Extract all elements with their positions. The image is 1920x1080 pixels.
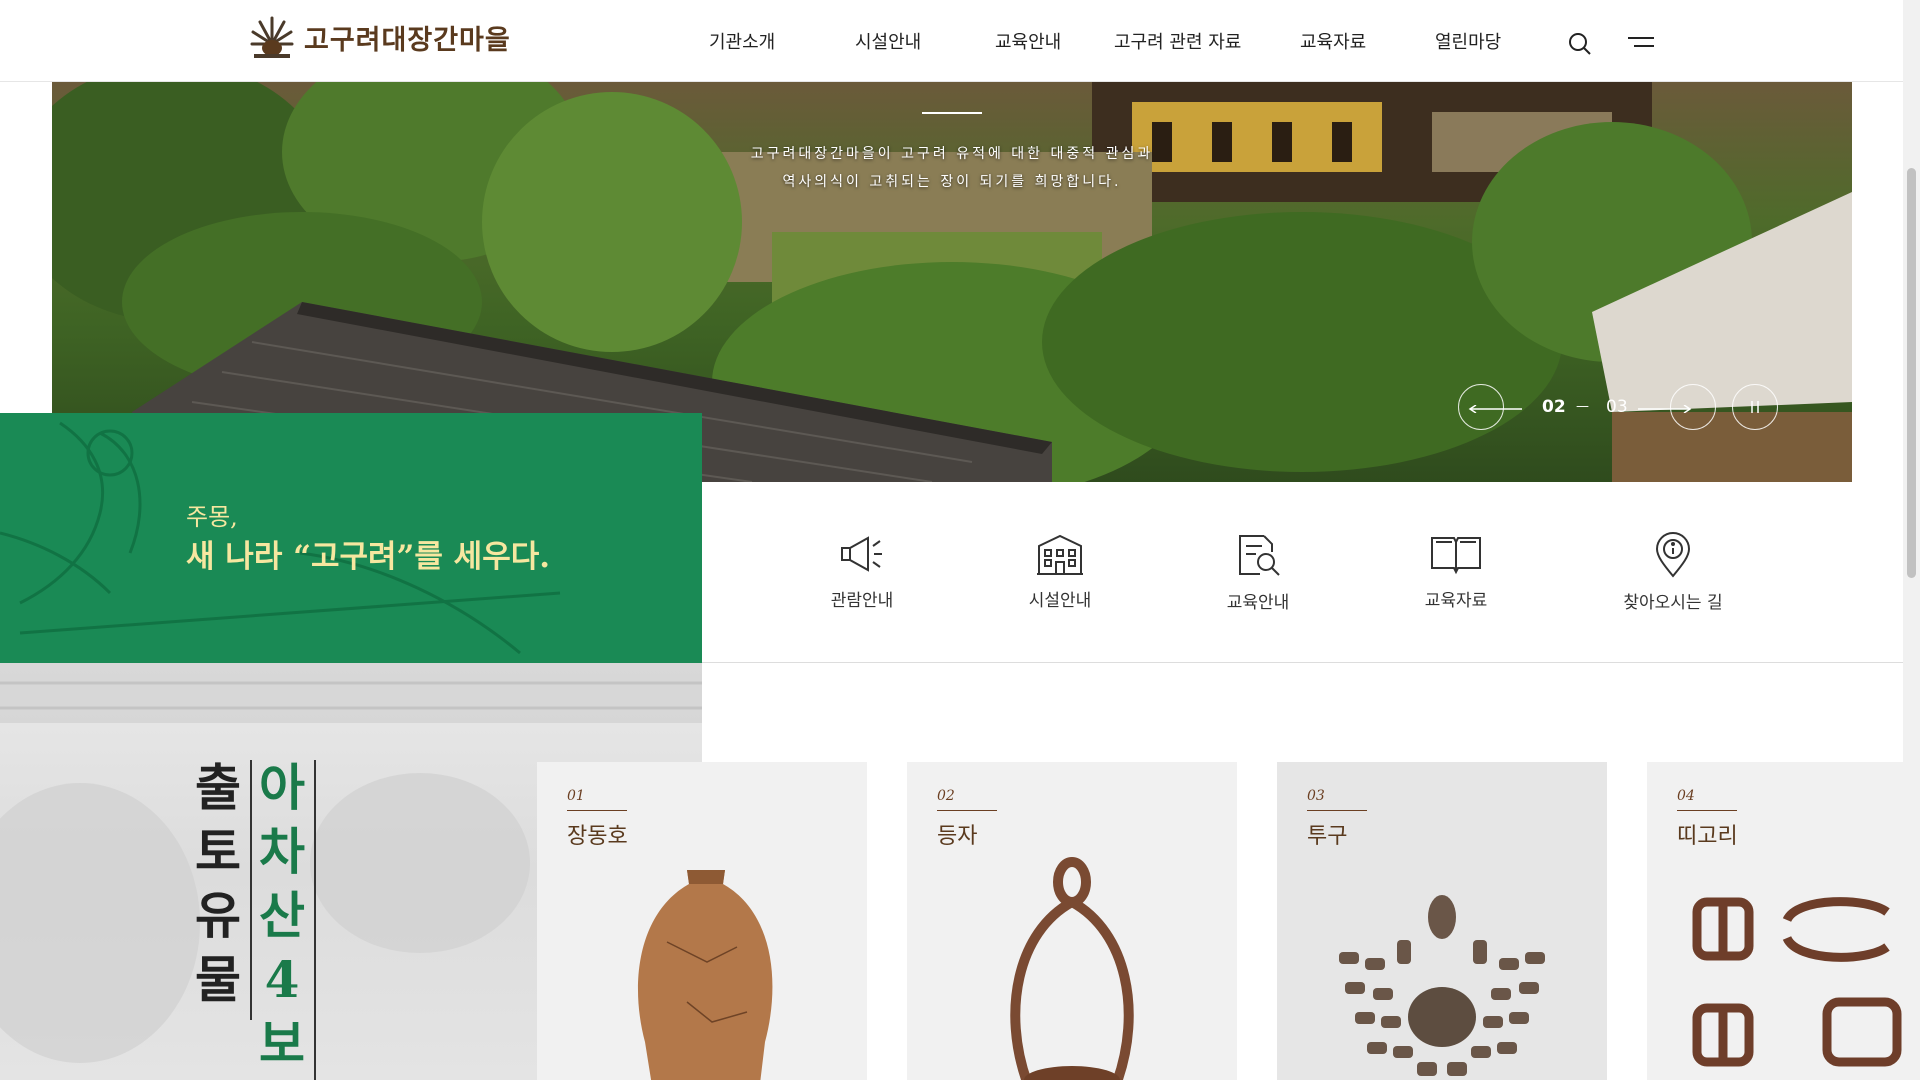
quick-link-label: 찾아오시는 길 — [1623, 593, 1723, 613]
page: 고구려대장간마을이 고구려 유적에 대한 대중적 관심과 역사의식이 고취되는 … — [0, 0, 1920, 1080]
quick-link-facilities[interactable]: 시설안내 — [980, 532, 1140, 611]
quick-links: 관람안내 시설안내 교육안내 교육자료 찾아오시는 길 — [702, 482, 1903, 663]
title-char: 출 — [195, 758, 241, 817]
artifact-rule — [567, 810, 627, 811]
artifact-name: 등자 — [937, 824, 978, 849]
artifact-card[interactable]: 01 장동호 — [537, 762, 867, 1080]
nav-item-about[interactable]: 기관소개 — [709, 28, 775, 54]
artifact-card[interactable]: 03 투구 — [1277, 762, 1607, 1080]
quick-link-label: 교육자료 — [1424, 591, 1488, 611]
arrow-left-icon — [1468, 405, 1522, 413]
jumong-banner: 주몽, 새 나라 “고구려”를 세우다. — [0, 413, 702, 663]
banner-subtitle: 주몽, — [186, 503, 238, 531]
quick-link-label: 관람안내 — [830, 591, 894, 611]
artifact-number: 02 — [937, 788, 955, 804]
location-icon — [1655, 532, 1691, 578]
megaphone-icon — [841, 536, 882, 572]
artifact-name: 투구 — [1307, 824, 1348, 849]
hero-caption-line2: 역사의식이 고취되는 장이 되기를 희망합니다. — [782, 174, 1122, 190]
quick-link-edu-materials[interactable]: 교육자료 — [1376, 532, 1536, 611]
section-title-col1: 출 토 유 물 — [188, 756, 248, 1012]
quick-link-label: 시설안내 — [1028, 591, 1092, 611]
scrollbar-thumb[interactable] — [1907, 168, 1916, 578]
nav-item-edu-materials[interactable]: 교육자료 — [1300, 28, 1366, 54]
title-char: 4 — [264, 950, 300, 1009]
title-char: 유 — [195, 886, 241, 945]
artifact-card[interactable]: 02 등자 — [907, 762, 1237, 1080]
banner-title: 새 나라 “고구려”를 세우다. — [186, 539, 551, 575]
pause-slide-button[interactable] — [1732, 384, 1778, 430]
artifact-name: 띠고리 — [1677, 824, 1738, 849]
artifact-card[interactable]: 04 띠고리 — [1647, 762, 1903, 1080]
page-scrollbar[interactable] — [1903, 0, 1920, 1080]
title-char: 물 — [195, 950, 241, 1009]
menu-icon[interactable] — [1626, 30, 1656, 56]
artifact-number: 04 — [1677, 788, 1695, 804]
site-logo[interactable]: 고구려대장간마을 — [250, 14, 511, 60]
hero-caption-line1: 고구려대장간마을이 고구려 유적에 대한 대중적 관심과 — [750, 146, 1154, 162]
hero-caption-rule — [922, 112, 982, 114]
logo-text: 고구려대장간마을 — [304, 24, 511, 56]
quick-link-directions[interactable]: 찾아오시는 길 — [1593, 532, 1753, 613]
title-char: 보 — [259, 1014, 305, 1073]
document-search-icon — [1239, 535, 1280, 576]
quick-link-label: 교육안내 — [1226, 593, 1290, 613]
title-char: 산 — [259, 886, 305, 945]
book-icon — [1431, 537, 1481, 575]
artifact-number: 03 — [1307, 788, 1325, 804]
hero-caption: 고구려대장간마을이 고구려 유적에 대한 대중적 관심과 역사의식이 고취되는 … — [52, 140, 1852, 196]
arrow-right-icon — [1638, 405, 1692, 413]
slider-pager: 02 — 03 — [1458, 384, 1788, 432]
logo-sun-icon — [250, 16, 294, 58]
artifact-number: 01 — [567, 788, 585, 804]
building-icon — [1037, 534, 1083, 575]
search-icon[interactable] — [1565, 30, 1595, 56]
title-char: 아 — [259, 758, 305, 817]
nav-item-community[interactable]: 열린마당 — [1435, 28, 1501, 54]
total-slide-number: 03 — [1606, 397, 1628, 417]
artifact-rule — [937, 810, 997, 811]
pause-icon — [1751, 401, 1759, 413]
nav-item-education[interactable]: 교육안내 — [995, 28, 1061, 54]
quick-link-education[interactable]: 교육안내 — [1178, 532, 1338, 613]
title-char: 토 — [195, 822, 241, 881]
section-title-col2: 아 차 산 4 보 — [252, 756, 312, 1076]
title-char: 차 — [259, 822, 305, 881]
nav-item-facilities[interactable]: 시설안내 — [855, 28, 921, 54]
artifact-name: 장동호 — [567, 824, 628, 849]
quick-link-visit-guide[interactable]: 관람안내 — [782, 532, 942, 611]
site-header: 고구려대장간마을 기관소개 시설안내 교육안내 고구려 관련 자료 교육자료 열… — [0, 0, 1903, 82]
current-slide-number: 02 — [1542, 397, 1566, 417]
slide-separator: — — [1576, 399, 1589, 414]
title-divider — [314, 760, 316, 1080]
artifact-rule — [1677, 810, 1737, 811]
nav-item-goguryeo-materials[interactable]: 고구려 관련 자료 — [1114, 28, 1241, 54]
artifact-rule — [1307, 810, 1367, 811]
